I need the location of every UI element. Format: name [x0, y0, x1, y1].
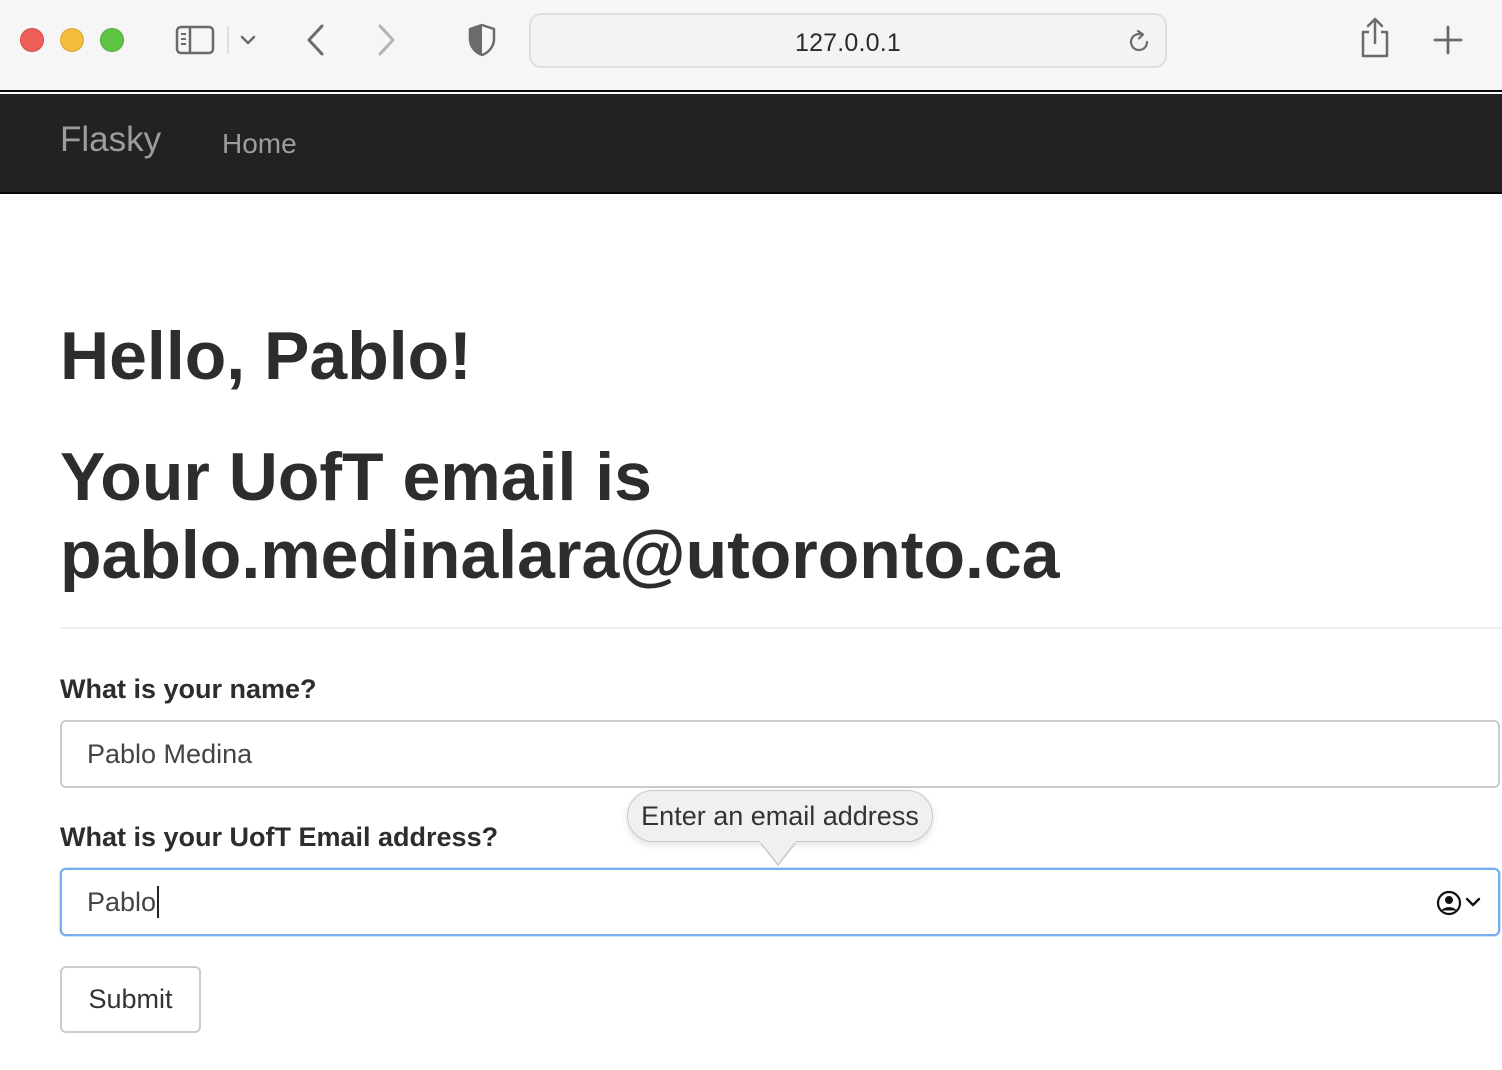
email-heading-line2: pablo.medinalara@utoronto.ca	[60, 517, 1060, 593]
sidebar-icon[interactable]	[175, 24, 215, 56]
autofill-contact-icon[interactable]	[1436, 889, 1484, 917]
name-input[interactable]: Pablo Medina	[60, 720, 1500, 788]
submit-button[interactable]: Submit	[60, 966, 201, 1033]
browser-toolbar: 127.0.0.1	[0, 0, 1502, 92]
minimize-window-button[interactable]	[60, 28, 84, 52]
address-bar[interactable]: 127.0.0.1	[529, 13, 1167, 68]
name-input-value: Pablo Medina	[87, 739, 253, 769]
back-icon[interactable]	[302, 22, 330, 58]
chevron-down-icon[interactable]	[238, 32, 258, 48]
close-window-button[interactable]	[20, 28, 44, 52]
text-caret	[157, 885, 160, 918]
nav-link-home[interactable]: Home	[222, 128, 297, 160]
validation-tooltip: Enter an email address	[627, 790, 933, 842]
email-label: What is your UofT Email address?	[60, 822, 499, 852]
plus-icon[interactable]	[1432, 24, 1464, 56]
zoom-window-button[interactable]	[100, 28, 124, 52]
tooltip-pointer	[760, 841, 796, 867]
reload-icon[interactable]	[1125, 28, 1153, 56]
greeting-heading: Hello, Pablo!	[60, 318, 472, 394]
shield-icon[interactable]	[466, 22, 498, 58]
share-icon[interactable]	[1358, 16, 1392, 60]
navbar: Flasky Home	[0, 94, 1502, 194]
email-input-value: Pablo	[87, 887, 157, 917]
email-heading-line1: Your UofT email is	[60, 439, 652, 515]
email-input[interactable]: Pablo	[60, 868, 1500, 936]
divider	[60, 627, 1502, 629]
url-text[interactable]: 127.0.0.1	[531, 29, 1165, 58]
navbar-brand[interactable]: Flasky	[60, 120, 161, 160]
name-label: What is your name?	[60, 674, 317, 704]
forward-icon[interactable]	[372, 22, 400, 58]
toolbar-divider	[227, 26, 229, 54]
email-heading: Your UofT email is pablo.medinalara@utor…	[60, 438, 1480, 594]
